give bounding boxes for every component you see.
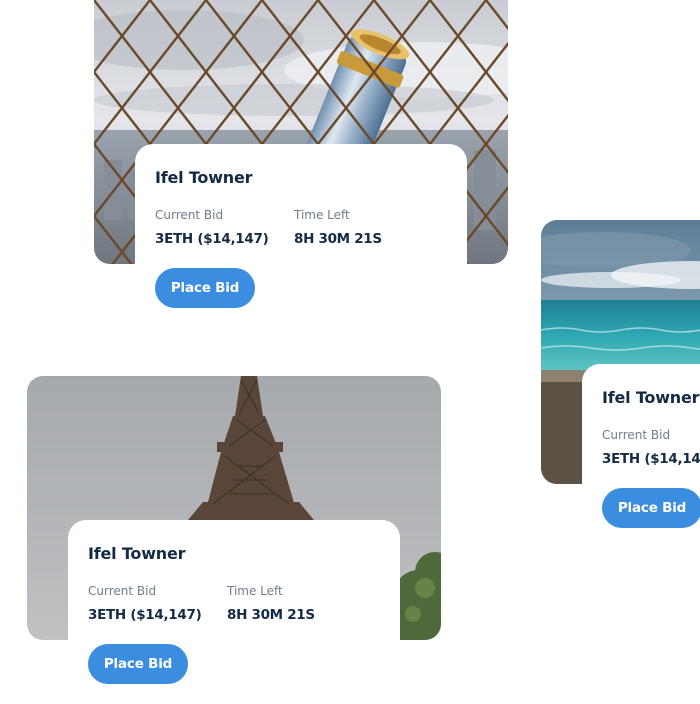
time-left-value: 8H 30M 21S <box>227 607 315 623</box>
card-info-panel: Ifel Towner Current Bid 3ETH ($14,147) T… <box>135 144 467 264</box>
current-bid-value: 3ETH ($14,147) <box>155 231 269 247</box>
auction-card: Ifel Towner Current Bid 3ETH ($14,147) T… <box>27 376 441 686</box>
current-bid-label: Current Bid <box>88 584 157 598</box>
current-bid-value: 3ETH ($14,147 <box>602 451 700 467</box>
card-title: Ifel Towner <box>155 168 253 187</box>
auction-cards-canvas: Ifel Towner Current Bid 3ETH ($14,147) T… <box>0 0 700 704</box>
card-info-panel: Ifel Towner Current Bid 3ETH ($14,147 <box>582 364 700 484</box>
place-bid-button[interactable]: Place Bid <box>88 644 188 684</box>
time-left-label: Time Left <box>294 208 350 222</box>
auction-card: Ifel Towner Current Bid 3ETH ($14,147) T… <box>94 0 508 310</box>
place-bid-button[interactable]: Place Bid <box>602 488 700 528</box>
time-left-label: Time Left <box>227 584 283 598</box>
card-title: Ifel Towner <box>602 388 700 407</box>
current-bid-label: Current Bid <box>155 208 224 222</box>
card-info-panel: Ifel Towner Current Bid 3ETH ($14,147) T… <box>68 520 400 640</box>
place-bid-button[interactable]: Place Bid <box>155 268 255 308</box>
auction-card: Ifel Towner Current Bid 3ETH ($14,147 Pl… <box>541 220 700 530</box>
current-bid-label: Current Bid <box>602 428 671 442</box>
card-title: Ifel Towner <box>88 544 186 563</box>
current-bid-value: 3ETH ($14,147) <box>88 607 202 623</box>
time-left-value: 8H 30M 21S <box>294 231 382 247</box>
